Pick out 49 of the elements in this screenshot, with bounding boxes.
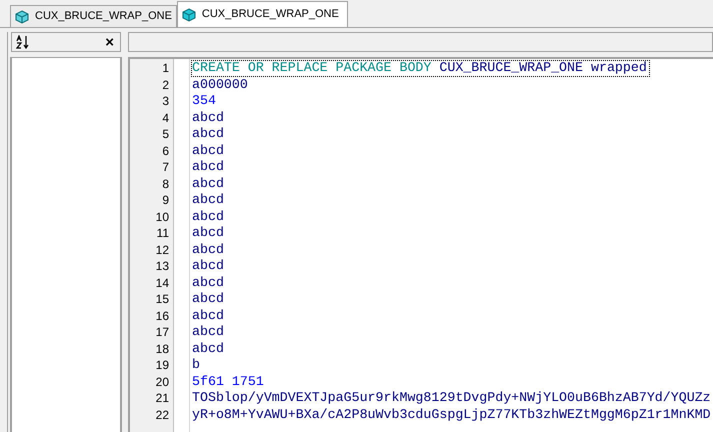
editor-tab[interactable]: CUX_BRUCE_WRAP_ONE xyxy=(176,1,348,27)
code-line: abcd xyxy=(191,324,225,340)
line-number: 6 xyxy=(161,142,170,159)
line-number: 14 xyxy=(154,274,170,291)
code-line: abcd xyxy=(191,242,225,258)
line-number: 5 xyxy=(161,126,170,142)
code-line: TOSblop/yVmDVEXTJpaG5ur9rkMwg8129tDvgPdy+NWjYLO0uB6BhzAB7Yd/YQUZz xyxy=(191,390,712,406)
line-number: 21 xyxy=(154,390,170,406)
code-line: abcd xyxy=(191,159,225,176)
code-line: abcd xyxy=(191,308,225,324)
code-line: b xyxy=(191,357,201,374)
code-line: abcd xyxy=(191,192,225,208)
editor-tab[interactable]: CUX_BRUCE_WRAP_ONE xyxy=(10,5,177,27)
line-number: 13 xyxy=(154,258,170,274)
line-number: 15 xyxy=(154,291,170,308)
code-line: abcd xyxy=(191,258,225,274)
code-line: yR+o8M+YvAWU+BXa/cA2P8uWvb3cduGspgLjpZ77KTb3zhWEZtMggM6pZ1r1MnKMD xyxy=(191,406,712,423)
line-number: 12 xyxy=(154,242,170,258)
line-number: 17 xyxy=(154,324,170,340)
code-line: abcd xyxy=(191,142,225,159)
line-number: 19 xyxy=(154,357,170,374)
line-number: 1 xyxy=(161,60,170,76)
line-number: 8 xyxy=(161,176,170,192)
line-number: 16 xyxy=(154,308,170,324)
line-number: 2 xyxy=(161,76,170,93)
line-number: 20 xyxy=(154,374,170,390)
line-number: 3 xyxy=(161,93,170,110)
code-line: abcd xyxy=(191,176,225,192)
line-number: 18 xyxy=(154,340,170,357)
code-line: abcd xyxy=(191,225,225,242)
line-number: 7 xyxy=(161,159,170,176)
line-number: 4 xyxy=(161,110,170,126)
line-number: 9 xyxy=(161,192,170,208)
code-line: abcd xyxy=(191,126,225,142)
code-line: abcd xyxy=(191,110,225,126)
line-number: 22 xyxy=(154,406,170,423)
cube-icon xyxy=(15,10,29,24)
code-line: abcd xyxy=(191,291,225,308)
code-line: 5f61 1751 xyxy=(191,374,265,390)
line-number: 10 xyxy=(154,208,170,225)
close-button[interactable]: × xyxy=(103,34,116,50)
code-line: a000000 xyxy=(191,76,249,93)
code-line: abcd xyxy=(191,208,225,225)
code-line: abcd xyxy=(191,274,225,291)
code-line: abcd xyxy=(191,340,225,357)
cube-icon xyxy=(182,8,196,22)
sort-icon[interactable] xyxy=(16,35,30,49)
code-line: 354 xyxy=(191,93,217,110)
line-number: 11 xyxy=(156,225,170,242)
